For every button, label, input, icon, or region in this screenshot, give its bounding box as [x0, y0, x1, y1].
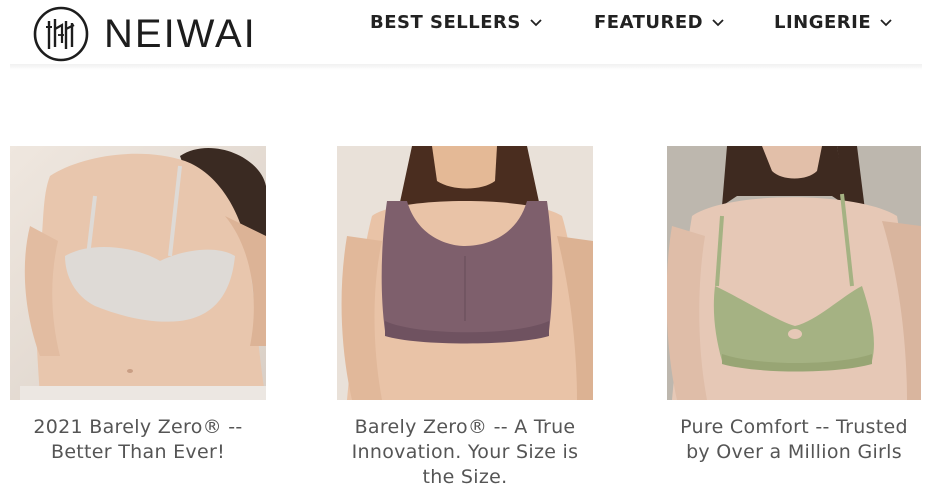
- nav-featured[interactable]: FEATURED: [594, 12, 725, 33]
- product-image[interactable]: [667, 146, 921, 400]
- product-title[interactable]: 2021 Barely Zero® -- Better Than Ever!: [10, 415, 266, 465]
- header-divider: [10, 64, 922, 70]
- nav-lingerie[interactable]: LINGERIE: [774, 12, 893, 33]
- brand-name: NEIWAI: [104, 12, 257, 56]
- page: NEIWAI BEST SELLERS FEATURED LINGERIE 20…: [0, 0, 928, 491]
- nav-lingerie-label: LINGERIE: [774, 11, 872, 33]
- product-card[interactable]: 2021 Barely Zero® -- Better Than Ever!: [10, 146, 266, 465]
- product-title[interactable]: Pure Comfort -- Trusted by Over a Millio…: [667, 415, 921, 465]
- brand-monogram-icon: [33, 6, 89, 62]
- product-image[interactable]: [10, 146, 266, 400]
- chevron-down-icon: [712, 19, 724, 27]
- chevron-down-icon: [530, 19, 542, 27]
- nav-featured-label: FEATURED: [594, 11, 704, 33]
- brand-logo[interactable]: NEIWAI: [32, 4, 257, 64]
- product-card[interactable]: Pure Comfort -- Trusted by Over a Millio…: [667, 146, 921, 465]
- nav-best-sellers[interactable]: BEST SELLERS: [370, 12, 543, 33]
- product-title[interactable]: Barely Zero® -- A True Innovation. Your …: [337, 415, 593, 490]
- product-card[interactable]: Barely Zero® -- A True Innovation. Your …: [337, 146, 593, 490]
- nav-best-sellers-label: BEST SELLERS: [370, 11, 521, 33]
- site-header: NEIWAI BEST SELLERS FEATURED LINGERIE: [10, 0, 922, 64]
- chevron-down-icon: [880, 19, 892, 27]
- product-image[interactable]: [337, 146, 593, 400]
